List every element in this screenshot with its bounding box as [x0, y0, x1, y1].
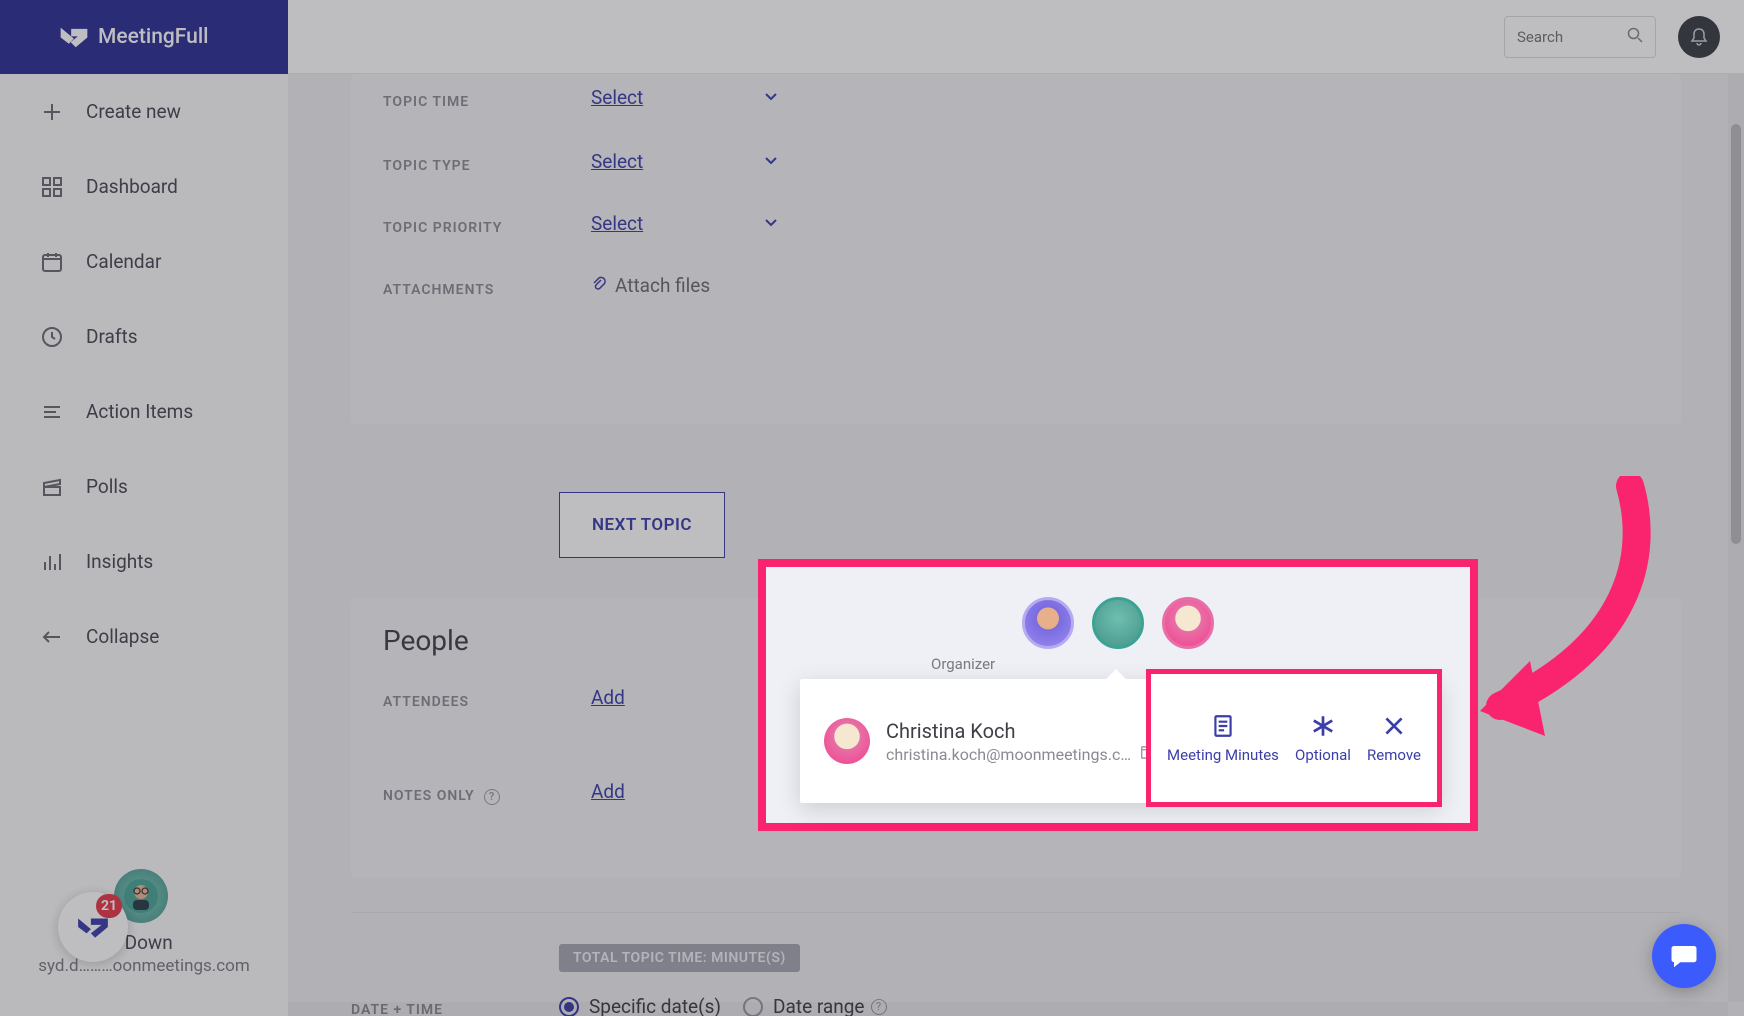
tooltip-avatar: [824, 718, 870, 764]
notes-only-label: NOTES ONLY ?: [383, 788, 500, 805]
people-title: People: [383, 624, 469, 657]
tooltip-arrow: [1104, 669, 1128, 681]
sidebar-item-label: Insights: [86, 550, 153, 573]
asterisk-icon: [1309, 712, 1337, 740]
topic-priority-select[interactable]: Select: [591, 212, 779, 235]
chevron-down-icon: [763, 88, 779, 108]
topic-priority-label: TOPIC PRIORITY: [383, 220, 502, 236]
attachments-label: ATTACHMENTS: [383, 282, 494, 298]
attendees-add-link[interactable]: Add: [591, 686, 625, 709]
search-input[interactable]: [1517, 28, 1627, 46]
notifications-button[interactable]: [1678, 16, 1720, 58]
next-topic-button[interactable]: NEXT TOPIC: [559, 492, 725, 558]
sidebar-user: l Down syd.d………oonmeetings.com: [0, 869, 288, 1016]
action-optional[interactable]: Optional: [1295, 712, 1351, 764]
search-icon: [1627, 27, 1643, 47]
organizer-label: Organizer: [931, 655, 995, 673]
sidebar-item-drafts[interactable]: Drafts: [0, 299, 288, 374]
sidebar-item-insights[interactable]: Insights: [0, 524, 288, 599]
horizontal-scrollbar[interactable]: [288, 1002, 1728, 1016]
topic-time-select[interactable]: Select: [591, 86, 779, 109]
sidebar-item-calendar[interactable]: Calendar: [0, 224, 288, 299]
topbar: [288, 0, 1744, 74]
avatar-organizer[interactable]: [1022, 597, 1074, 649]
bell-icon: [1689, 27, 1709, 47]
sidebar-item-label: Calendar: [86, 250, 161, 273]
action-meeting-minutes[interactable]: Meeting Minutes: [1167, 712, 1279, 764]
sidebar-item-label: Action Items: [86, 400, 193, 423]
chevron-down-icon: [763, 214, 779, 234]
user-email: syd.d………oonmeetings.com: [24, 956, 264, 976]
list-icon: [40, 400, 64, 424]
attach-files-link[interactable]: Attach files: [591, 274, 710, 297]
floating-badge[interactable]: 21: [58, 892, 128, 962]
action-remove[interactable]: Remove: [1367, 712, 1421, 764]
scrollbar-thumb[interactable]: [1731, 124, 1741, 544]
select-link: Select: [591, 150, 643, 173]
divider: [351, 912, 1681, 913]
badge-count: 21: [96, 894, 122, 918]
topic-type-select[interactable]: Select: [591, 150, 779, 173]
sidebar-item-polls[interactable]: Polls: [0, 449, 288, 524]
sidebar-item-label: Collapse: [86, 625, 159, 648]
select-link: Select: [591, 86, 643, 109]
help-icon[interactable]: ?: [484, 789, 500, 805]
paperclip-icon: [591, 274, 607, 297]
attendees-label: ATTENDEES: [383, 694, 469, 710]
calendar-icon: [40, 250, 64, 274]
plus-icon: [40, 100, 64, 124]
clock-icon: [40, 325, 64, 349]
topic-time-label: TOPIC TIME: [383, 94, 469, 110]
vertical-scrollbar[interactable]: [1728, 74, 1744, 1002]
grid-icon: [40, 175, 64, 199]
attendee-actions: Meeting Minutes Optional Remove: [1146, 669, 1442, 807]
sidebar-item-label: Dashboard: [86, 175, 178, 198]
sidebar-item-collapse[interactable]: Collapse: [0, 599, 288, 674]
avatar-attendee-2[interactable]: [1092, 597, 1144, 649]
search-box[interactable]: [1504, 16, 1656, 58]
topic-type-label: TOPIC TYPE: [383, 158, 471, 174]
sidebar-item-create-new[interactable]: Create new: [0, 74, 288, 149]
tutorial-highlight: Organizer Christina Koch christina.koch@…: [758, 559, 1478, 831]
chat-fab[interactable]: [1652, 924, 1716, 988]
arrow-left-icon: [40, 625, 64, 649]
brand-icon: [60, 26, 88, 48]
sidebar-item-label: Polls: [86, 475, 128, 498]
sidebar-item-label: Create new: [86, 100, 181, 123]
attendee-avatars: [1022, 597, 1214, 649]
sidebar: Create new Dashboard Calendar Drafts Act…: [0, 74, 288, 1016]
clapper-icon: [40, 475, 64, 499]
total-topic-time-pill: TOTAL TOPIC TIME: MINUTE(S): [559, 944, 800, 972]
close-icon: [1380, 712, 1408, 740]
brand-logo[interactable]: MeetingFull: [0, 0, 288, 74]
chat-icon: [1669, 941, 1699, 971]
brand-name: MeetingFull: [98, 25, 209, 49]
avatar-attendee-3[interactable]: [1162, 597, 1214, 649]
chevron-down-icon: [763, 152, 779, 172]
main-content: TOPIC TIME Select TOPIC TYPE Select TOPI…: [288, 74, 1744, 1016]
topic-card: TOPIC TIME Select TOPIC TYPE Select TOPI…: [351, 74, 1681, 424]
document-icon: [1209, 712, 1237, 740]
notes-only-add-link[interactable]: Add: [591, 780, 625, 803]
sidebar-item-action-items[interactable]: Action Items: [0, 374, 288, 449]
avatar-face-icon: [123, 878, 159, 914]
sidebar-item-dashboard[interactable]: Dashboard: [0, 149, 288, 224]
bars-icon: [40, 550, 64, 574]
sidebar-item-label: Drafts: [86, 325, 138, 348]
select-link: Select: [591, 212, 643, 235]
